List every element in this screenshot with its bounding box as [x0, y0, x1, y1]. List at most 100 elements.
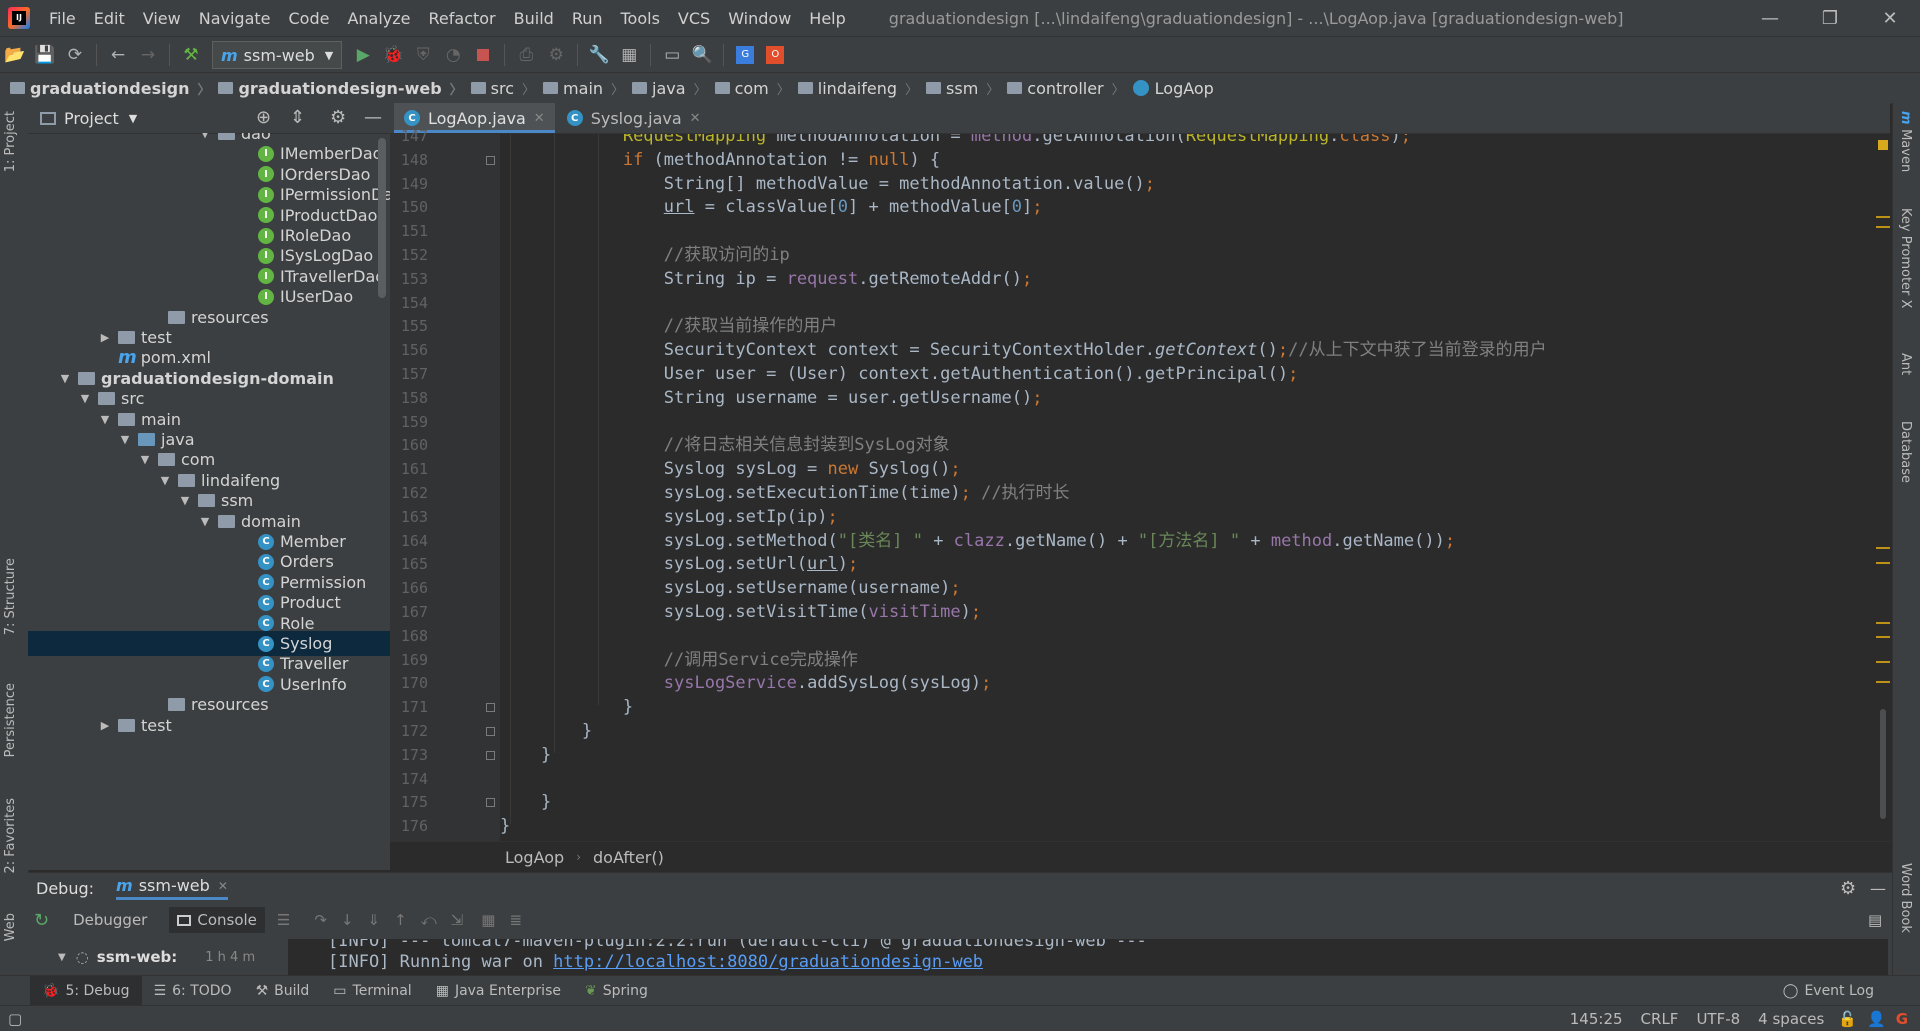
gear-icon[interactable]: ⚙ — [1840, 878, 1856, 899]
close-tab-icon[interactable]: ✕ — [690, 111, 701, 126]
close-window-icon[interactable]: ✕ — [1860, 0, 1920, 36]
menu-vcs[interactable]: VCS — [669, 9, 719, 28]
bottom-tab-build[interactable]: ⚒ Build — [244, 976, 322, 1006]
code-line[interactable]: } — [500, 743, 551, 767]
warning-indicator-icon[interactable] — [1878, 140, 1888, 150]
tool-tab-maven[interactable]: m Maven — [1898, 111, 1913, 172]
code-line[interactable]: User user = (User) context.getAuthentica… — [500, 362, 1299, 386]
expanded-arrow-icon[interactable]: ▼ — [198, 515, 212, 528]
bottom-tab-todo[interactable]: ☰ 6: TODO — [142, 976, 244, 1006]
bottom-tab-java-enterprise[interactable]: ▦ Java Enterprise — [424, 976, 573, 1006]
step-into-icon[interactable]: ↓ — [341, 911, 354, 929]
fold-marker-icon[interactable] — [486, 750, 495, 760]
menu-run[interactable]: Run — [563, 9, 612, 28]
code-line[interactable]: sysLog.setExecutionTime(time); //执行时长 — [500, 481, 1070, 505]
code-line[interactable]: String[] methodValue = methodAnnotation.… — [500, 172, 1155, 196]
code-line[interactable]: sysLog.setUsername(username); — [500, 576, 961, 600]
tool-tab-key-promoter[interactable]: Key Promoter X — [1898, 208, 1913, 308]
office-icon[interactable]: O — [760, 41, 790, 69]
line-separator[interactable]: CRLF — [1641, 1010, 1679, 1028]
trace-icon[interactable]: ≣ — [509, 911, 522, 929]
sync-icon[interactable]: ⟳ — [60, 41, 90, 69]
expanded-arrow-icon[interactable]: ▼ — [198, 133, 212, 140]
menu-icon[interactable]: ☰ — [277, 911, 290, 929]
restore-icon[interactable]: ❐ — [1800, 0, 1860, 36]
project-view-selector[interactable]: Project ▼ — [40, 109, 137, 128]
tab-console[interactable]: Console — [169, 907, 265, 933]
breadcrumb-item[interactable]: main 〉 — [543, 79, 632, 98]
build-hammer-icon[interactable]: ⚒ — [176, 41, 206, 69]
caret-position[interactable]: 145:25 — [1570, 1010, 1623, 1028]
code-line[interactable]: sysLog.setIp(ip); — [500, 505, 838, 529]
expand-arrow-icon[interactable]: ▼ — [58, 952, 66, 963]
project-structure-icon[interactable]: ▦ — [614, 41, 644, 69]
crumb-class[interactable]: LogAop — [505, 848, 564, 867]
code-line[interactable]: if (methodAnnotation != null) { — [500, 148, 940, 172]
code-line[interactable]: sysLog.setMethod("[类名] " + clazz.getName… — [500, 529, 1455, 553]
run-icon[interactable]: ▶ — [348, 41, 378, 69]
menu-build[interactable]: Build — [505, 9, 563, 28]
bottom-tab-spring[interactable]: ❦ Spring — [573, 976, 660, 1006]
layout-icon[interactable]: ▤ — [1868, 911, 1882, 929]
bottom-tab-debug[interactable]: 🐞 5: Debug — [30, 976, 142, 1006]
code-line[interactable]: } — [500, 719, 592, 743]
minimize-icon[interactable]: — — [1740, 0, 1800, 36]
tool-tab-persistence[interactable]: Persistence — [3, 683, 18, 757]
debug-icon[interactable]: 🐞 — [378, 41, 408, 69]
code-line[interactable]: sysLogService.addSysLog(sysLog); — [500, 671, 992, 695]
menu-navigate[interactable]: Navigate — [190, 9, 280, 28]
code-line[interactable]: String ip = request.getRemoteAddr(); — [500, 267, 1033, 291]
console-link[interactable]: http://localhost:8080/graduationdesign-w… — [553, 952, 983, 972]
tool-tab-project[interactable]: 1: Project — [3, 111, 18, 172]
crumb-method[interactable]: doAfter() — [593, 848, 664, 867]
close-tab-icon[interactable]: ✕ — [218, 879, 228, 893]
error-stripe[interactable] — [1874, 134, 1892, 841]
breadcrumb-item[interactable]: com 〉 — [714, 79, 798, 98]
breadcrumb-item[interactable]: controller 〉 — [1007, 79, 1132, 98]
attach-icon[interactable]: ⎙ — [511, 41, 541, 69]
terminal-icon[interactable]: ▭ — [657, 41, 687, 69]
evaluate-icon[interactable]: ▦ — [481, 911, 495, 929]
breadcrumb-item[interactable]: lindaifeng 〉 — [797, 79, 926, 98]
expanded-arrow-icon[interactable]: ▼ — [138, 453, 152, 466]
lock-icon[interactable]: 🔓 — [1838, 1010, 1857, 1028]
editor-scrollbar[interactable] — [1880, 709, 1886, 819]
run-to-cursor-icon[interactable]: ⇲ — [451, 911, 464, 929]
code-line[interactable]: //调用Service完成操作 — [500, 648, 858, 672]
breadcrumb-item[interactable]: LogAop — [1132, 79, 1214, 98]
menu-code[interactable]: Code — [280, 9, 339, 28]
breadcrumb-item[interactable]: graduationdesign 〉 — [10, 79, 218, 98]
drop-frame-icon[interactable]: ⤺ — [421, 911, 437, 929]
coverage-icon[interactable]: ⛨ — [408, 41, 438, 69]
fold-marker-icon[interactable] — [486, 727, 495, 736]
menu-analyze[interactable]: Analyze — [338, 9, 419, 28]
locate-icon[interactable]: ⊕ — [256, 107, 271, 128]
code-line[interactable]: sysLog.setVisitTime(visitTime); — [500, 600, 981, 624]
code-line[interactable]: RequestMapping methodAnnotation = method… — [500, 134, 1411, 148]
rerun-icon[interactable]: ↻ — [34, 910, 49, 931]
expanded-arrow-icon[interactable]: ▼ — [78, 392, 92, 405]
tool-tab-structure[interactable]: 7: Structure — [3, 558, 18, 635]
tool-tab-database[interactable]: Database — [1898, 421, 1913, 483]
code-line[interactable]: } — [500, 695, 633, 719]
breadcrumb-item[interactable]: java 〉 — [632, 79, 715, 98]
project-scrollbar[interactable] — [378, 138, 386, 298]
step-out-icon[interactable]: ↑ — [394, 911, 407, 929]
collapsed-arrow-icon[interactable]: ▶ — [98, 719, 112, 732]
profile-icon[interactable]: ◔ — [438, 41, 468, 69]
menu-window[interactable]: Window — [719, 9, 800, 28]
menu-view[interactable]: View — [134, 9, 190, 28]
code-line[interactable]: url = classValue[0] + methodValue[0]; — [500, 195, 1043, 219]
step-over-icon[interactable]: ↷ — [314, 911, 327, 929]
indent-setting[interactable]: 4 spaces — [1758, 1010, 1824, 1028]
code-editor[interactable]: RequestMapping methodAnnotation = method… — [500, 134, 1820, 841]
editor-tab[interactable]: C Syslog.java ✕ — [557, 103, 711, 133]
search-icon[interactable]: 🔍 — [687, 41, 717, 69]
gear-icon[interactable]: ⚙ — [330, 107, 346, 128]
expanded-arrow-icon[interactable]: ▼ — [118, 433, 132, 446]
file-encoding[interactable]: UTF-8 — [1696, 1010, 1740, 1028]
menu-edit[interactable]: Edit — [85, 9, 134, 28]
expanded-arrow-icon[interactable]: ▼ — [178, 494, 192, 507]
settings-wrench-icon[interactable]: 🔧 — [584, 41, 614, 69]
run-configuration-select[interactable]: m ssm-web ▼ — [212, 41, 343, 69]
